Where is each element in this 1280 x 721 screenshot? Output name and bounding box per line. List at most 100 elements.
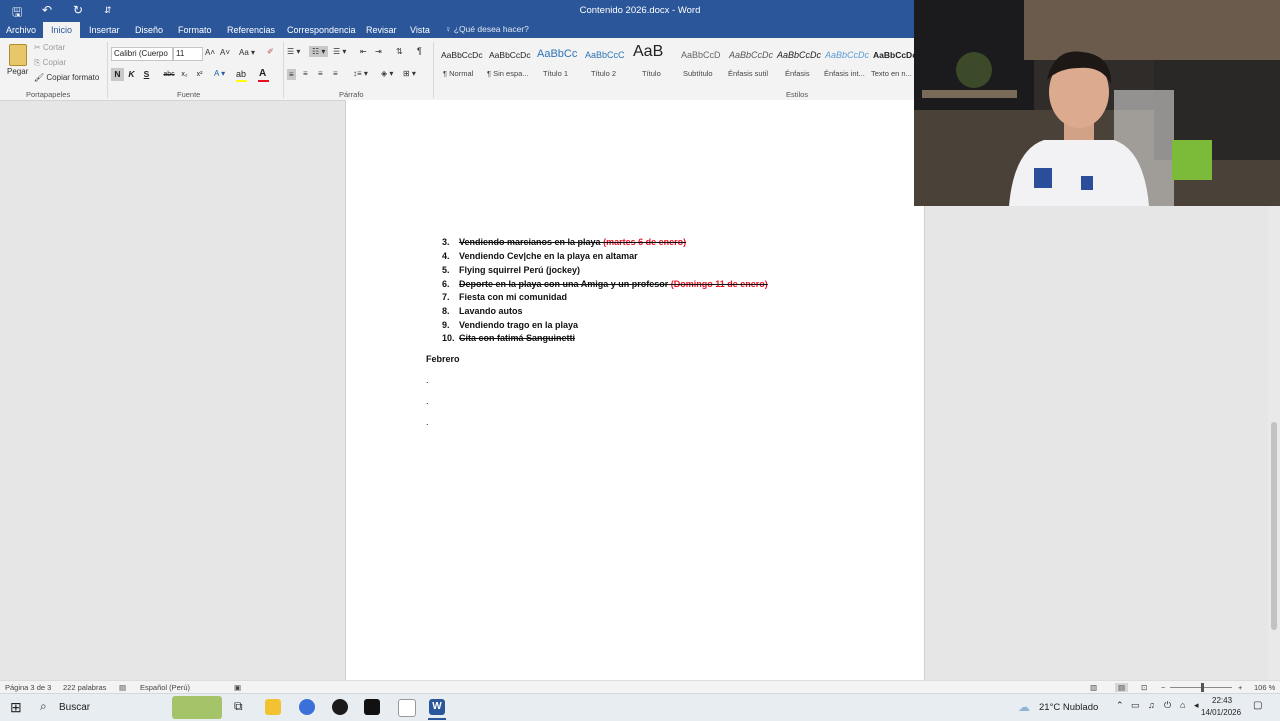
paste-icon[interactable] — [9, 44, 27, 66]
network-icon[interactable]: ⌂ — [1180, 700, 1185, 710]
tab-referencias[interactable]: Referencias — [227, 24, 275, 36]
document-page[interactable]: 3. Vendiendo marcianos en la playa (marte… — [345, 100, 925, 680]
align-left-icon[interactable]: ≡ — [287, 69, 296, 80]
paste-button[interactable]: Pegar — [7, 67, 28, 76]
scrollbar-thumb[interactable] — [1271, 422, 1277, 630]
search-highlight-image[interactable] — [172, 696, 222, 719]
style-strong-preview[interactable]: AaBbCcDc — [873, 50, 917, 60]
list-item[interactable]: 4. Vendiendo Cev|che en la playa en altam… — [442, 251, 638, 261]
clock-date[interactable]: 14/01/2026 — [1201, 708, 1241, 717]
italic-button[interactable]: K — [125, 68, 138, 81]
underline-button[interactable]: S — [140, 68, 153, 81]
word-count[interactable]: 222 palabras — [63, 683, 106, 692]
usb-icon[interactable]: ⏻ — [1164, 700, 1171, 711]
line-spacing-icon[interactable]: ↕≡ ▾ — [353, 69, 368, 78]
empty-bullet[interactable]: . — [426, 375, 429, 385]
taskbar-search-label[interactable]: Buscar — [59, 702, 90, 713]
tab-correspondencia[interactable]: Correspondencia — [287, 24, 356, 36]
style-no-spacing-preview[interactable]: AaBbCcDc — [489, 50, 531, 60]
font-size-combo[interactable]: 11 — [173, 47, 203, 61]
word-icon[interactable]: W — [429, 699, 445, 715]
cut-button[interactable]: ✂ Cortar — [34, 43, 65, 52]
borders-icon[interactable]: ⊞ ▾ — [403, 69, 416, 78]
font-name-combo[interactable]: Calibri (Cuerpo — [111, 47, 173, 61]
subscript-button[interactable]: x₂ — [178, 68, 191, 81]
list-item[interactable]: 5. Flying squirrel Perú (jockey) — [442, 265, 580, 275]
numbering-icon[interactable]: ☷ ▾ — [309, 46, 329, 57]
language-indicator[interactable]: Español (Perú) — [140, 683, 190, 692]
align-center-icon[interactable]: ≡ — [303, 69, 308, 78]
tab-formato[interactable]: Formato — [178, 24, 212, 36]
copy-button[interactable]: ⎘ Copiar — [34, 58, 66, 68]
decrease-indent-icon[interactable]: ⇤ — [360, 47, 367, 56]
weather-cloud-icon[interactable]: ☁ — [1018, 700, 1030, 714]
tray-app-icon[interactable]: ▭ — [1131, 700, 1140, 711]
style-title-preview[interactable]: AaB — [633, 43, 663, 61]
increase-indent-icon[interactable]: ⇥ — [375, 47, 382, 56]
tab-inicio[interactable]: Inicio — [43, 22, 81, 38]
zoom-out-button[interactable]: − — [1161, 683, 1165, 692]
format-painter-button[interactable]: 🖌 Copiar formato — [34, 73, 99, 82]
strikethrough-button[interactable]: abc — [161, 68, 177, 81]
style-heading1-preview[interactable]: AaBbCc — [537, 48, 577, 60]
superscript-button[interactable]: x² — [193, 68, 206, 81]
notifications-icon[interactable]: ▢ — [1253, 700, 1262, 711]
grow-font-icon[interactable]: A˄ — [205, 48, 215, 57]
tab-revisar[interactable]: Revisar — [366, 24, 397, 36]
volume-icon[interactable]: ♫ — [1148, 700, 1155, 710]
chrome-icon[interactable] — [299, 699, 315, 715]
style-emphasis-preview[interactable]: AaBbCcDc — [777, 50, 821, 60]
weather-label[interactable]: 21°C Nublado — [1039, 702, 1098, 713]
notepad-icon[interactable] — [398, 699, 416, 717]
show-hidden-icons[interactable]: ⌃ — [1116, 700, 1124, 711]
web-layout-icon[interactable]: ⊡ — [1141, 683, 1147, 692]
search-icon[interactable]: ⌕ — [40, 699, 47, 714]
speaker-icon[interactable]: ◂ — [1194, 700, 1199, 711]
zoom-in-button[interactable]: + — [1238, 683, 1242, 692]
tab-diseno[interactable]: Diseño — [135, 24, 163, 36]
style-subtitle-preview[interactable]: AaBbCcD — [681, 50, 721, 60]
page-count[interactable]: Página 3 de 3 — [5, 683, 51, 692]
sort-icon[interactable]: ⇅ — [396, 47, 403, 56]
align-right-icon[interactable]: ≡ — [318, 69, 323, 78]
list-item[interactable]: 6. Deporte en la playa con una Amiga y un… — [442, 279, 768, 289]
file-explorer-icon[interactable] — [265, 699, 281, 715]
bullets-icon[interactable]: ☰ ▾ — [287, 47, 300, 56]
read-mode-icon[interactable]: ▥ — [1090, 683, 1097, 692]
list-item[interactable]: 9. Vendiendo trago en la playa — [442, 320, 578, 330]
zoom-level[interactable]: 106 % — [1254, 683, 1275, 692]
list-item[interactable]: 8. Lavando autos — [442, 306, 523, 316]
zoom-slider-thumb[interactable] — [1201, 683, 1204, 692]
style-normal-preview[interactable]: AaBbCcDc — [441, 50, 483, 60]
windows-start-icon[interactable]: ⊞ — [10, 699, 22, 716]
tab-vista[interactable]: Vista — [410, 24, 430, 36]
clear-format-icon[interactable]: ✐ — [267, 47, 274, 56]
list-item[interactable]: 3. Vendiendo marcianos en la playa (marte… — [442, 237, 686, 247]
heading-febrero[interactable]: Febrero — [426, 354, 460, 364]
tell-me-search[interactable]: ♀ ¿Qué desea hacer? — [445, 24, 529, 34]
task-view-icon[interactable]: ⧉ — [234, 699, 243, 714]
capcut-icon[interactable] — [364, 699, 380, 715]
shading-icon[interactable]: ◈ ▾ — [381, 69, 393, 78]
empty-bullet[interactable]: . — [426, 396, 429, 406]
font-color-icon[interactable]: A — [259, 68, 266, 79]
shrink-font-icon[interactable]: A˅ — [220, 48, 230, 57]
obs-icon[interactable] — [332, 699, 348, 715]
macro-icon[interactable]: ▣ — [234, 683, 241, 692]
style-subtle-emphasis-preview[interactable]: AaBbCcDc — [729, 50, 773, 60]
tab-insertar[interactable]: Insertar — [89, 24, 120, 36]
text-effects-icon[interactable]: A ▾ — [214, 69, 225, 78]
justify-icon[interactable]: ≡ — [333, 69, 338, 78]
empty-bullet[interactable]: . — [426, 417, 429, 427]
change-case-icon[interactable]: Aa ▾ — [239, 48, 255, 57]
vertical-scrollbar[interactable] — [1268, 206, 1280, 680]
style-heading2-preview[interactable]: AaBbCcC — [585, 50, 625, 60]
proofing-icon[interactable]: ▤ — [119, 683, 126, 692]
print-layout-icon[interactable]: ▤ — [1115, 683, 1129, 692]
clock-time[interactable]: 22:43 — [1212, 696, 1232, 705]
tab-archivo[interactable]: Archivo — [6, 24, 36, 36]
bold-button[interactable]: N — [111, 68, 124, 81]
highlight-icon[interactable]: ab — [236, 69, 246, 79]
list-item[interactable]: 10. Cita con fatimá Sanguinetti — [442, 333, 575, 343]
style-intense-emphasis-preview[interactable]: AaBbCcDc — [825, 50, 869, 60]
